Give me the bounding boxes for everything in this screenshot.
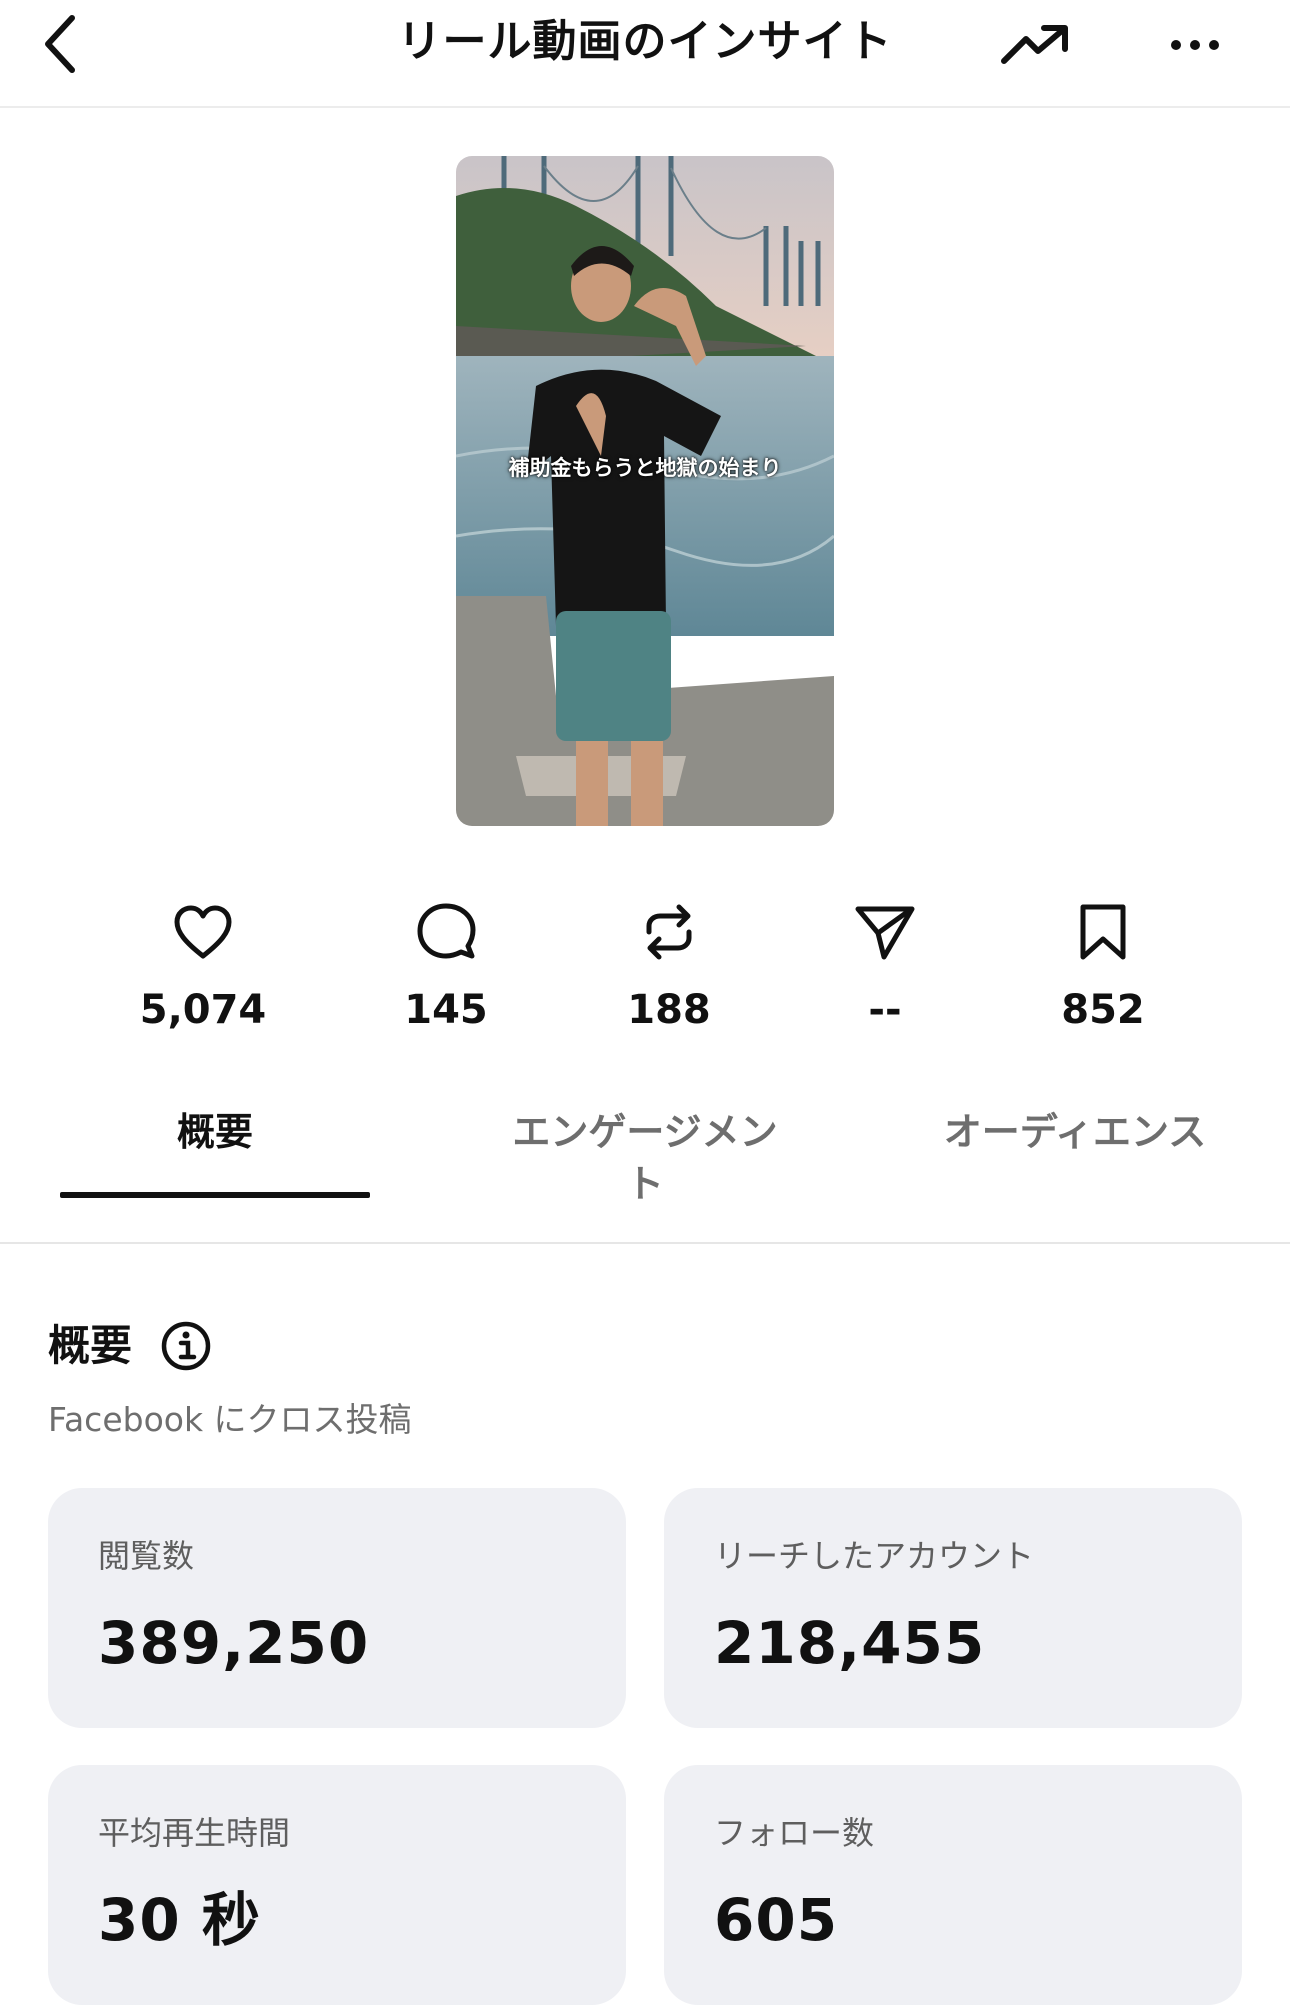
likes-count: 5,074 bbox=[139, 987, 267, 1033]
bookmark-icon bbox=[1071, 900, 1135, 964]
comment-icon bbox=[414, 900, 478, 964]
views-value: 389,250 bbox=[98, 1609, 370, 1677]
trend-button[interactable] bbox=[990, 10, 1080, 80]
trending-up-icon bbox=[1001, 25, 1068, 64]
comments-count: 145 bbox=[404, 987, 488, 1033]
tab-audience[interactable]: オーディエンス bbox=[910, 1106, 1240, 1158]
tab-overview[interactable]: 概要 bbox=[60, 1106, 370, 1158]
shares-stat: -- bbox=[785, 900, 985, 1034]
more-button[interactable] bbox=[1160, 10, 1230, 80]
section-title: 概要 bbox=[48, 1321, 133, 1370]
reposts-stat: 188 bbox=[569, 900, 769, 1034]
heart-icon bbox=[171, 900, 235, 964]
share-icon bbox=[853, 900, 917, 964]
repost-icon bbox=[637, 900, 701, 964]
shares-count: -- bbox=[868, 987, 902, 1033]
comments-stat: 145 bbox=[346, 900, 546, 1034]
reach-label: リーチしたアカウント bbox=[714, 1537, 1035, 1575]
reel-caption: 補助金もらうと地獄の始まり bbox=[508, 456, 782, 480]
views-label: 閲覧数 bbox=[98, 1537, 195, 1575]
more-horizontal-icon bbox=[1171, 40, 1219, 50]
follows-card: フォロー数 605 bbox=[664, 1765, 1242, 2005]
avg-watch-time-label: 平均再生時間 bbox=[98, 1814, 291, 1852]
top-bar: リール動画のインサイト bbox=[0, 0, 1290, 108]
info-icon[interactable] bbox=[160, 1320, 212, 1372]
reposts-count: 188 bbox=[627, 987, 711, 1033]
saves-stat: 852 bbox=[1003, 900, 1203, 1034]
avg-watch-time-value: 30 秒 bbox=[98, 1886, 261, 1954]
reel-image bbox=[456, 156, 834, 826]
active-tab-indicator bbox=[60, 1192, 370, 1198]
views-card: 閲覧数 389,250 bbox=[48, 1488, 626, 1728]
reel-thumbnail[interactable]: 補助金もらうと地獄の始まり bbox=[456, 156, 834, 826]
follows-label: フォロー数 bbox=[714, 1814, 875, 1852]
reach-card: リーチしたアカウント 218,455 bbox=[664, 1488, 1242, 1728]
saves-count: 852 bbox=[1061, 987, 1145, 1033]
insight-tabs: 概要 エンゲージメン ト オーディエンス bbox=[0, 1100, 1290, 1244]
page-title: リール動画のインサイト bbox=[397, 16, 893, 67]
reach-value: 218,455 bbox=[714, 1609, 986, 1677]
crosspost-note: Facebook にクロス投稿 bbox=[48, 1400, 412, 1439]
tab-engagement[interactable]: エンゲージメン ト bbox=[480, 1106, 810, 1210]
avg-watch-time-card: 平均再生時間 30 秒 bbox=[48, 1765, 626, 2005]
likes-stat: 5,074 bbox=[103, 900, 303, 1034]
follows-value: 605 bbox=[714, 1886, 839, 1954]
